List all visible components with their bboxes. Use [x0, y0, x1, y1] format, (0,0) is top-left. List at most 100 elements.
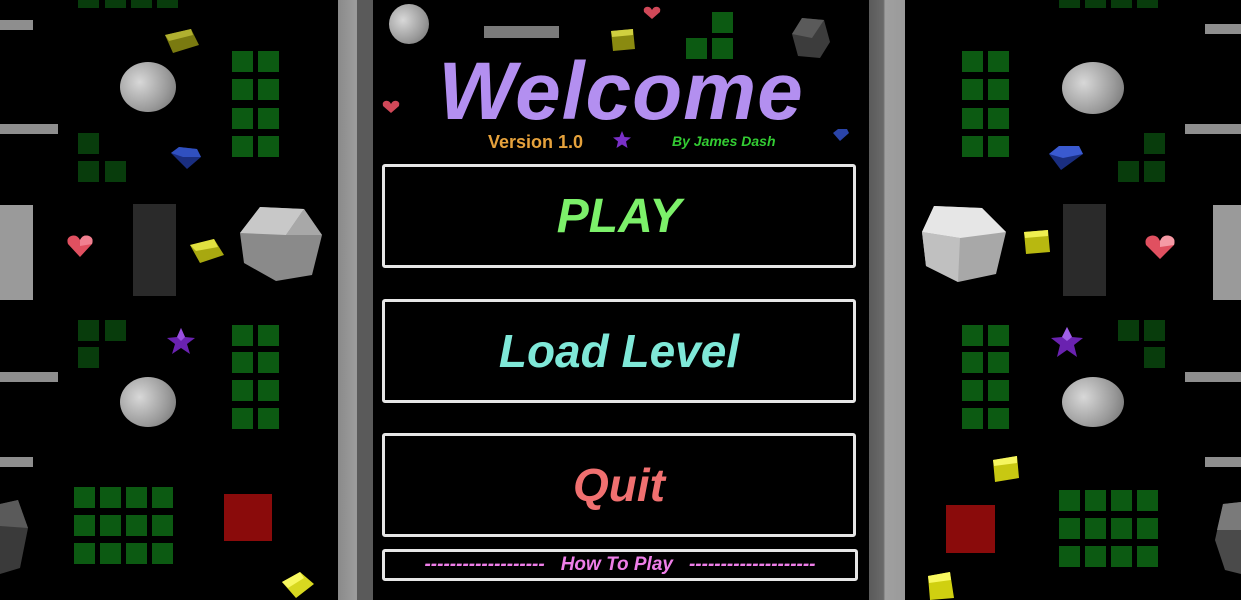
green-tile	[232, 79, 253, 100]
gray-bar	[1185, 372, 1241, 382]
green-tile	[1059, 546, 1080, 567]
green-tile	[1144, 161, 1165, 182]
load-level-button-label: Load Level	[498, 325, 740, 377]
green-tile	[1111, 518, 1132, 539]
left-rail-shade	[357, 0, 373, 600]
green-tile	[105, 0, 126, 8]
green-tile	[152, 515, 173, 536]
green-tile	[232, 380, 253, 401]
green-tile	[258, 408, 279, 429]
green-tile	[962, 408, 983, 429]
green-tile	[988, 352, 1009, 373]
green-tile	[157, 0, 178, 8]
yellow-cube-icon	[993, 456, 1019, 482]
yellow-cube-icon	[190, 239, 224, 263]
green-tile	[100, 543, 121, 564]
green-tile	[988, 79, 1009, 100]
gray-cylinder-icon	[120, 62, 176, 112]
green-tile	[126, 487, 147, 508]
gray-cylinder-icon	[1062, 62, 1124, 114]
green-tile	[1137, 546, 1158, 567]
red-block-icon	[224, 494, 272, 541]
green-tile	[1118, 320, 1139, 341]
green-tile	[152, 543, 173, 564]
gray-rock-icon	[922, 206, 1006, 282]
load-level-button[interactable]: Load Level	[382, 299, 856, 403]
green-tile	[962, 79, 983, 100]
green-tile	[1085, 518, 1106, 539]
green-tile	[962, 380, 983, 401]
green-tile	[1137, 0, 1158, 8]
green-tile	[1111, 490, 1132, 511]
green-tile	[1111, 0, 1132, 8]
green-tile	[1144, 320, 1165, 341]
how-to-play-label: How To Play	[560, 554, 673, 575]
green-tile	[258, 79, 279, 100]
version-label: Version 1.0	[488, 132, 584, 152]
heart-gem-icon	[643, 6, 661, 19]
green-tile	[232, 408, 253, 429]
green-tile	[78, 347, 99, 368]
gray-bar	[1185, 124, 1241, 134]
quit-button-label: Quit	[573, 459, 665, 511]
green-tile	[712, 12, 733, 33]
green-tile	[1118, 161, 1139, 182]
green-tile	[232, 108, 253, 129]
play-button-label: PLAY	[556, 189, 682, 243]
green-tile	[1085, 0, 1106, 8]
green-tile	[1111, 546, 1132, 567]
green-tile	[258, 136, 279, 157]
play-button[interactable]: PLAY	[382, 164, 856, 268]
gray-rock-icon	[1215, 502, 1241, 574]
green-tile	[1137, 490, 1158, 511]
green-tile	[232, 352, 253, 373]
gray-pillar	[1213, 205, 1241, 300]
green-tile	[232, 51, 253, 72]
gray-pillar	[0, 205, 33, 300]
right-rail	[869, 0, 905, 600]
gray-bar	[0, 372, 58, 382]
gray-cylinder-icon	[389, 4, 429, 44]
green-tile	[78, 133, 99, 154]
green-tile	[988, 408, 1009, 429]
gray-rock-icon	[240, 207, 322, 281]
green-tile	[232, 136, 253, 157]
gray-rock-icon	[0, 500, 28, 574]
gray-cylinder-icon	[120, 377, 176, 427]
quit-button[interactable]: Quit	[382, 433, 856, 537]
green-tile	[962, 51, 983, 72]
green-tile	[100, 515, 121, 536]
green-tile	[1137, 518, 1158, 539]
star-gem-icon	[1051, 327, 1083, 357]
green-tile	[988, 380, 1009, 401]
yellow-cube-icon	[282, 572, 314, 598]
green-tile	[988, 325, 1009, 346]
green-tile	[1059, 490, 1080, 511]
yellow-cube-icon	[928, 572, 954, 600]
gray-bar	[0, 20, 33, 30]
green-tile	[1059, 518, 1080, 539]
green-tile	[962, 108, 983, 129]
green-tile	[1059, 0, 1080, 8]
how-to-play-button[interactable]: ------------------- How To Play --------…	[382, 549, 858, 581]
heart-gem-icon	[1145, 235, 1175, 259]
green-tile	[988, 51, 1009, 72]
green-tile	[78, 0, 99, 8]
green-tile	[100, 487, 121, 508]
author-credit: By James Dash	[672, 133, 776, 149]
green-tile	[1085, 546, 1106, 567]
green-tile	[126, 515, 147, 536]
green-tile	[1144, 133, 1165, 154]
gray-bar	[0, 124, 58, 134]
gray-bar	[484, 26, 559, 38]
green-tile	[258, 380, 279, 401]
green-tile	[232, 325, 253, 346]
green-tile	[78, 320, 99, 341]
green-tile	[988, 136, 1009, 157]
dark-pillar	[1063, 204, 1106, 296]
gray-cylinder-icon	[1062, 377, 1124, 427]
welcome-title: Welcome	[438, 46, 804, 137]
heart-gem-icon	[67, 235, 93, 257]
green-tile	[962, 325, 983, 346]
dark-pillar	[133, 204, 176, 296]
